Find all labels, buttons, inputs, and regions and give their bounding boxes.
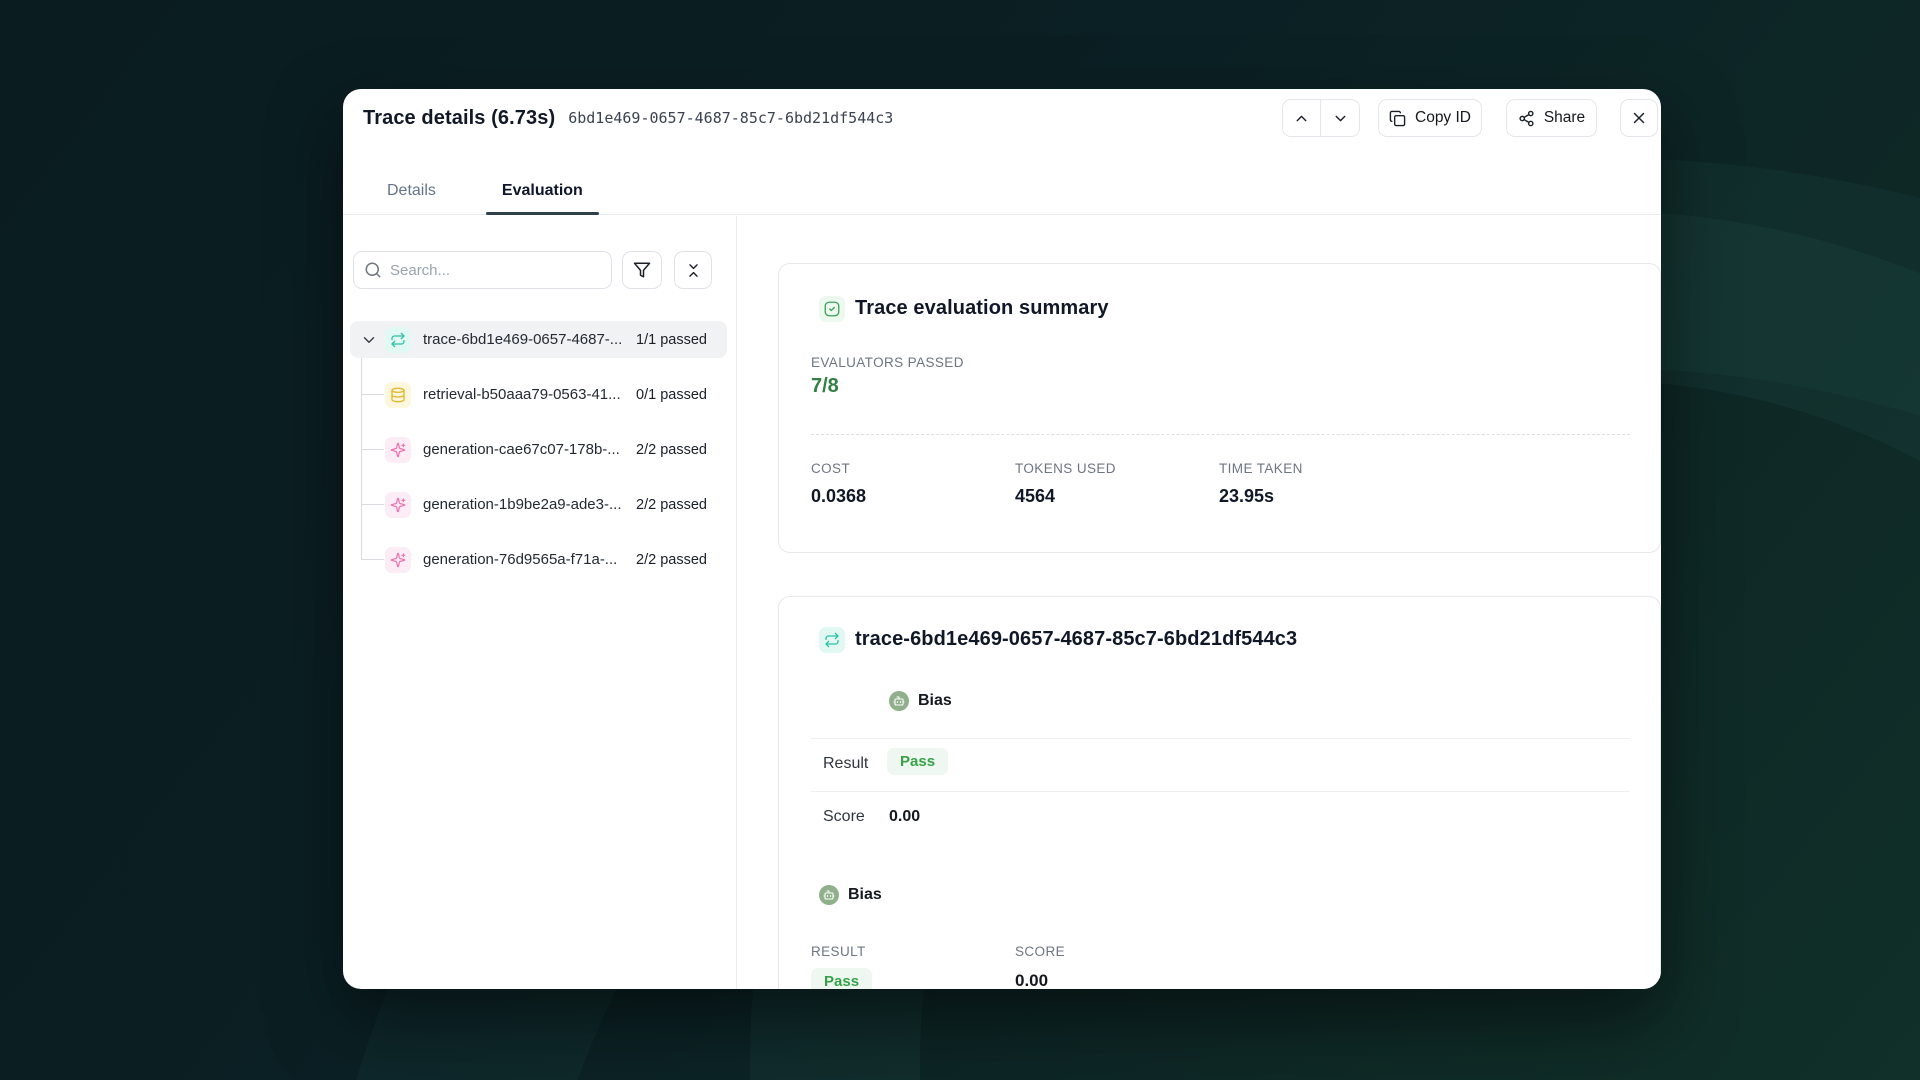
- search-box: [353, 251, 612, 289]
- tree-row-label: generation-1b9be2a9-ade3-...: [423, 496, 622, 513]
- bot-avatar-icon: [819, 885, 839, 905]
- tab-details[interactable]: Details: [371, 182, 452, 214]
- tree-row-generation[interactable]: generation-76d9565a-f71a-... 2/2 passed: [350, 541, 727, 578]
- filter-button[interactable]: [622, 251, 662, 289]
- trace-tree: trace-6bd1e469-0657-4687-... 1/1 passed …: [343, 321, 736, 578]
- search-input[interactable]: [353, 251, 612, 289]
- time-taken-label: TIME TAKEN: [1219, 461, 1303, 476]
- repeat-icon: [819, 627, 845, 653]
- tree-row-retrieval[interactable]: retrieval-b50aaa79-0563-41... 0/1 passed: [350, 376, 727, 413]
- result-pass-badge: Pass: [887, 748, 948, 775]
- trace-card-title: trace-6bd1e469-0657-4687-85c7-6bd21df544…: [855, 628, 1297, 651]
- tree-row-status: 0/1 passed: [636, 387, 707, 403]
- share-label: Share: [1544, 109, 1585, 127]
- time-taken-value: 23.95s: [1219, 486, 1274, 507]
- chevron-down-icon: [1332, 110, 1349, 127]
- copy-id-label: Copy ID: [1415, 109, 1471, 127]
- divider: [811, 434, 1630, 435]
- trace-id: 6bd1e469-0657-4687-85c7-6bd21df544c3: [568, 109, 893, 127]
- evaluator-column-header: Bias: [889, 691, 952, 711]
- close-icon: [1630, 109, 1648, 127]
- modal-header: Trace details (6.73s) 6bd1e469-0657-4687…: [343, 89, 1661, 147]
- expander-chevron-down-icon[interactable]: [360, 331, 378, 349]
- cost-label: COST: [811, 461, 850, 476]
- detail-score-label: SCORE: [1015, 944, 1065, 959]
- tree-row-status: 1/1 passed: [636, 332, 707, 348]
- tree-row-status: 2/2 passed: [636, 552, 707, 568]
- detail-result-pass-badge: Pass: [811, 968, 872, 989]
- bot-avatar-icon: [889, 691, 909, 711]
- trace-evaluators-card: trace-6bd1e469-0657-4687-85c7-6bd21df544…: [778, 596, 1661, 989]
- trace-details-modal: Trace details (6.73s) 6bd1e469-0657-4687…: [343, 89, 1661, 989]
- collapse-all-button[interactable]: [674, 251, 712, 289]
- sparkles-icon: [385, 437, 411, 463]
- evaluation-content: Trace evaluation summary EVALUATORS PASS…: [737, 216, 1661, 989]
- square-check-icon: [819, 296, 845, 322]
- tree-row-label: retrieval-b50aaa79-0563-41...: [423, 386, 621, 403]
- trace-nav-group: [1282, 99, 1360, 137]
- tree-row-generation[interactable]: generation-cae67c07-178b-... 2/2 passed: [350, 431, 727, 468]
- evaluator-detail-header: Bias: [819, 885, 882, 905]
- copy-icon: [1389, 110, 1406, 127]
- database-icon: [385, 382, 411, 408]
- tree-row-status: 2/2 passed: [636, 497, 707, 513]
- trace-evaluation-summary-card: Trace evaluation summary EVALUATORS PASS…: [778, 263, 1661, 553]
- tree-row-generation[interactable]: generation-1b9be2a9-ade3-... 2/2 passed: [350, 486, 727, 523]
- detail-score-value: 0.00: [1015, 971, 1048, 989]
- copy-id-button[interactable]: Copy ID: [1378, 99, 1482, 137]
- tree-row-label: generation-cae67c07-178b-...: [423, 441, 620, 458]
- tab-bar: Details Evaluation: [343, 147, 1661, 215]
- share-button[interactable]: Share: [1506, 99, 1597, 137]
- tree-row-label: trace-6bd1e469-0657-4687-...: [423, 331, 622, 348]
- prev-trace-button[interactable]: [1283, 100, 1321, 136]
- tree-row-trace[interactable]: trace-6bd1e469-0657-4687-... 1/1 passed: [350, 321, 727, 358]
- tree-row-status: 2/2 passed: [636, 442, 707, 458]
- result-row-label: Result: [823, 755, 868, 773]
- sparkles-icon: [385, 492, 411, 518]
- score-value: 0.00: [889, 808, 920, 826]
- score-row-label: Score: [823, 808, 865, 826]
- divider: [811, 791, 1630, 792]
- next-trace-button[interactable]: [1321, 100, 1359, 136]
- tab-evaluation[interactable]: Evaluation: [486, 182, 599, 214]
- tokens-used-label: TOKENS USED: [1015, 461, 1116, 476]
- chevron-up-icon: [1293, 110, 1310, 127]
- evaluators-passed-value: 7/8: [811, 375, 839, 398]
- cost-value: 0.0368: [811, 486, 866, 507]
- evaluator-name: Bias: [918, 692, 952, 710]
- detail-result-label: RESULT: [811, 944, 866, 959]
- modal-title: Trace details (6.73s): [363, 107, 555, 130]
- evaluator-name: Bias: [848, 886, 882, 904]
- tokens-used-value: 4564: [1015, 486, 1055, 507]
- divider: [811, 738, 1630, 739]
- search-icon: [364, 261, 382, 279]
- summary-card-title: Trace evaluation summary: [855, 297, 1109, 320]
- tree-row-label: generation-76d9565a-f71a-...: [423, 551, 617, 568]
- close-button[interactable]: [1620, 99, 1658, 137]
- chevrons-down-up-icon: [685, 262, 702, 279]
- sparkles-icon: [385, 547, 411, 573]
- share-icon: [1518, 110, 1535, 127]
- span-tree-sidebar: trace-6bd1e469-0657-4687-... 1/1 passed …: [343, 216, 737, 989]
- funnel-icon: [633, 261, 651, 279]
- evaluators-passed-label: EVALUATORS PASSED: [811, 355, 964, 370]
- app-background: Trace details (6.73s) 6bd1e469-0657-4687…: [0, 0, 1920, 1080]
- repeat-icon: [385, 327, 411, 353]
